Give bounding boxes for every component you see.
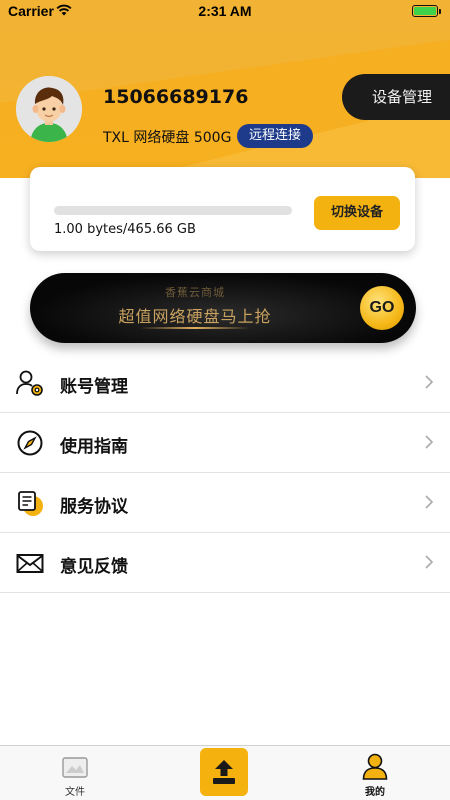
upload-icon — [213, 760, 235, 784]
menu-item-label: 使用指南 — [60, 437, 128, 457]
remote-connection-badge[interactable]: 远程连接 — [237, 124, 314, 148]
chevron-right-icon — [425, 375, 434, 389]
chevron-right-icon — [425, 495, 434, 509]
menu-item-account[interactable]: 账号管理 — [0, 353, 450, 413]
document-icon — [18, 491, 43, 516]
user-avatar-icon — [16, 76, 82, 142]
storage-card: 1.00 bytes/465.66 GB 切换设备 — [30, 167, 415, 251]
banner-glow — [140, 327, 250, 329]
menu-item-label: 意见反馈 — [60, 557, 128, 577]
menu-item-service-agreement[interactable]: 服务协议 — [0, 473, 450, 533]
banner-shop-name: 香蕉云商城 — [165, 286, 225, 299]
battery-icon — [412, 5, 441, 17]
compass-icon — [17, 430, 43, 456]
avatar[interactable] — [16, 76, 82, 142]
go-button[interactable]: GO — [360, 286, 404, 330]
upload-button[interactable] — [200, 748, 248, 796]
tab-mine[interactable]: 我的 — [335, 746, 415, 800]
shop-banner[interactable]: 香蕉云商城 超值网络硬盘马上抢 GO — [30, 273, 416, 343]
status-bar: Carrier 2:31 AM — [0, 0, 450, 24]
menu-item-label: 服务协议 — [60, 497, 128, 517]
storage-usage-text: 1.00 bytes/465.66 GB — [54, 222, 196, 237]
settings-menu: 账号管理 使用指南 服务协议 意见反馈 — [0, 353, 450, 593]
tab-label: 文件 — [65, 787, 85, 798]
menu-item-feedback[interactable]: 意见反馈 — [0, 533, 450, 593]
phone-number: 15066689176 — [103, 86, 249, 108]
account-settings-icon — [16, 370, 43, 396]
folder-icon — [62, 757, 88, 778]
device-info: TXL 网络硬盘 500G — [103, 130, 232, 146]
mail-icon — [16, 554, 44, 573]
chevron-right-icon — [425, 435, 434, 449]
user-icon — [362, 753, 388, 780]
clock: 2:31 AM — [198, 3, 252, 19]
chevron-right-icon — [425, 555, 434, 569]
menu-item-guide[interactable]: 使用指南 — [0, 413, 450, 473]
storage-progress-bar — [54, 206, 292, 215]
switch-device-button[interactable]: 切换设备 — [314, 196, 400, 230]
tab-label: 我的 — [365, 787, 385, 798]
banner-slogan: 超值网络硬盘马上抢 — [118, 307, 272, 326]
menu-item-label: 账号管理 — [60, 377, 128, 397]
tab-files[interactable]: 文件 — [35, 746, 115, 800]
device-management-button[interactable]: 设备管理 — [342, 74, 450, 120]
